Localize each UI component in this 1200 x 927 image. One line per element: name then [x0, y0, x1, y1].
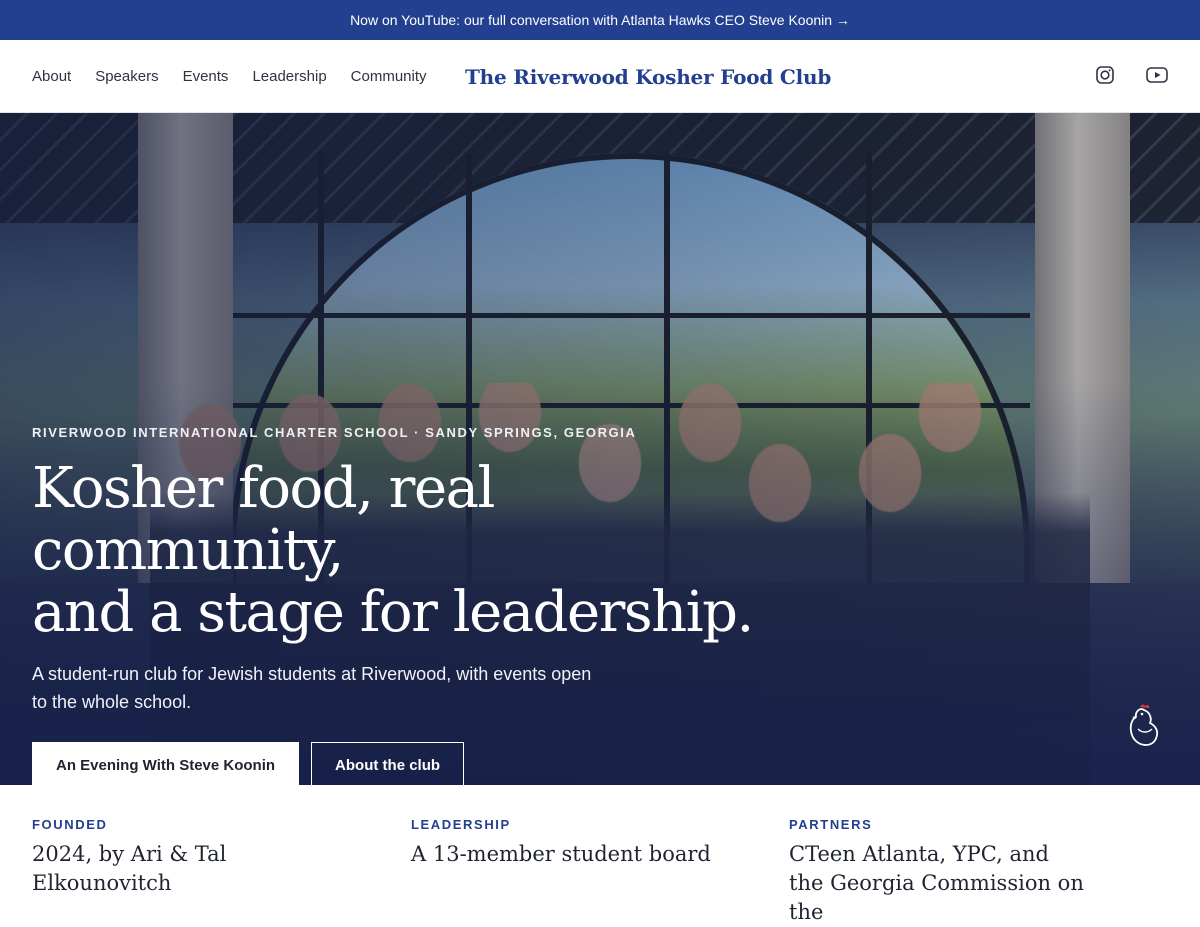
social-links	[1094, 64, 1168, 86]
fact-partners: PARTNERS CTeen Atlanta, YPC, and the Geo…	[789, 817, 1089, 927]
about-club-button[interactable]: About the club	[311, 742, 465, 785]
fact-leadership: LEADERSHIP A 13-member student board	[411, 817, 751, 869]
hero-content: RIVERWOOD INTERNATIONAL CHARTER SCHOOL ·…	[32, 425, 792, 785]
announcement-bar[interactable]: Now on YouTube: our full conversation wi…	[0, 0, 1200, 40]
fact-value: A 13-member student board	[411, 842, 711, 866]
instagram-icon[interactable]	[1094, 64, 1116, 86]
fact-label: LEADERSHIP	[411, 817, 511, 832]
fact-value: CTeen Atlanta, YPC, and the Georgia Comm…	[789, 842, 1084, 924]
nav-link-events[interactable]: Events	[183, 68, 229, 85]
hero-subtext: A student-run club for Jewish students a…	[32, 664, 592, 712]
hero-headline-line: and a stage for leadership.	[32, 580, 754, 645]
fact-value: 2024, by Ari & Tal Elkounovitch	[32, 842, 227, 895]
hero: RIVERWOOD INTERNATIONAL CHARTER SCHOOL ·…	[0, 113, 1200, 785]
hero-headline: Kosher food, real community, and a stage…	[32, 458, 792, 644]
nav-link-community[interactable]: Community	[351, 68, 427, 85]
hero-headline-line: Kosher food, real community,	[32, 456, 495, 583]
announcement-link[interactable]: Now on YouTube: our full conversation wi…	[350, 12, 850, 28]
nav-link-speakers[interactable]: Speakers	[95, 68, 158, 85]
top-nav: About Speakers Events Leadership Communi…	[0, 40, 1200, 113]
hero-eyebrow: RIVERWOOD INTERNATIONAL CHARTER SCHOOL ·…	[32, 425, 637, 440]
fact-label: FOUNDED	[32, 817, 108, 832]
fact-founded: FOUNDED 2024, by Ari & Tal Elkounovitch	[32, 817, 372, 898]
hero-ctas: An Evening With Steve Koonin About the c…	[32, 742, 792, 785]
rooster-mascot-icon	[1122, 703, 1162, 749]
nav-links: About Speakers Events Leadership Communi…	[32, 40, 427, 113]
site-brand[interactable]: The Riverwood Kosher Food Club	[465, 40, 831, 113]
youtube-icon[interactable]	[1146, 64, 1168, 86]
steve-koonin-event-button[interactable]: An Evening With Steve Koonin	[32, 742, 300, 785]
nav-link-about[interactable]: About	[32, 68, 71, 85]
facts-strip: FOUNDED 2024, by Ari & Tal Elkounovitch …	[0, 785, 1200, 924]
fact-label: PARTNERS	[789, 817, 873, 832]
nav-link-leadership[interactable]: Leadership	[252, 68, 326, 85]
